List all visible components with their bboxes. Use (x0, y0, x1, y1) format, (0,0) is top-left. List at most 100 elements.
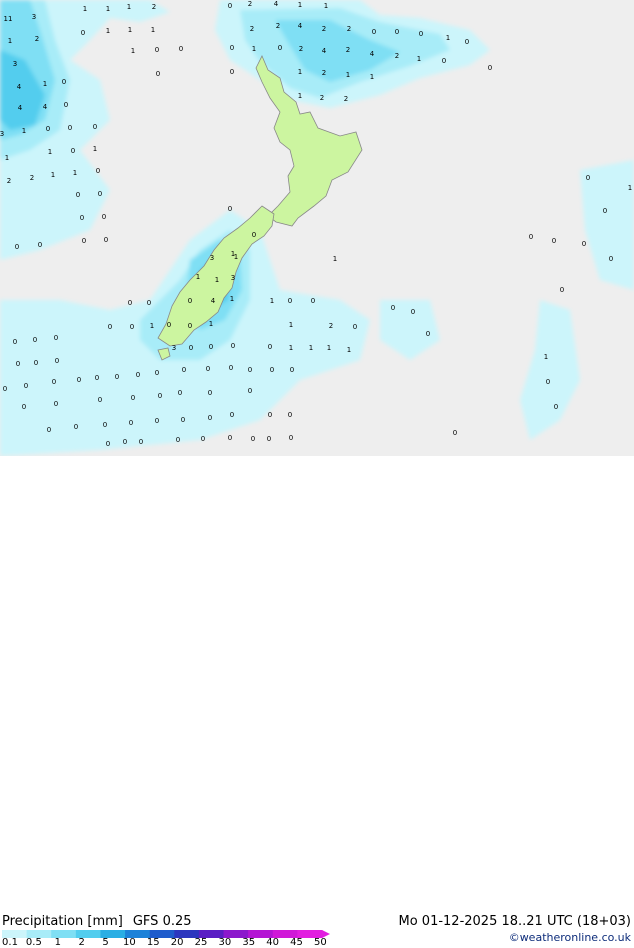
point-value-label: 0 (158, 392, 162, 400)
point-value-label: 0 (47, 426, 51, 434)
point-value-label: 1 (43, 80, 47, 88)
point-value-label: 1 (127, 3, 131, 11)
point-value-label: 0 (74, 423, 78, 431)
point-value-label: 0 (16, 360, 20, 368)
point-value-label: 2 (7, 177, 11, 185)
point-value-label: 0 (554, 403, 558, 411)
point-value-label: 11 (4, 15, 13, 23)
credit-link[interactable]: ©weatheronline.co.uk (509, 931, 631, 944)
point-value-label: 1 (370, 73, 374, 81)
point-value-label: 0 (288, 297, 292, 305)
point-value-label: 1 (22, 127, 26, 135)
point-value-label: 0 (93, 123, 97, 131)
point-value-label: 0 (201, 435, 205, 443)
point-value-label: 1 (628, 184, 632, 192)
point-value-label: 0 (231, 342, 235, 350)
point-value-label: 0 (104, 236, 108, 244)
legend-label: 40 (266, 937, 280, 948)
point-value-label: 2 (30, 174, 34, 182)
point-value-label: 1 (252, 45, 256, 53)
point-value-label: 0 (311, 297, 315, 305)
point-value-label: 0 (131, 394, 135, 402)
legend-label: 15 (146, 937, 160, 948)
legend-label: 0.1 (2, 937, 18, 948)
point-value-label: 0 (268, 411, 272, 419)
point-value-label: 0 (453, 429, 457, 437)
point-value-label: 2 (322, 69, 326, 77)
point-value-label: 0 (38, 241, 42, 249)
point-value-label: 2 (395, 52, 399, 60)
point-value-label: 0 (442, 57, 446, 65)
point-value-label: 0 (188, 297, 192, 305)
point-value-label: 0 (52, 378, 56, 386)
point-value-label: 2 (276, 22, 280, 30)
point-value-label: 0 (3, 385, 7, 393)
point-value-label: 0 (228, 205, 232, 213)
point-value-label: 1 (215, 276, 219, 284)
point-value-label: 1 (289, 321, 293, 329)
map-title: Precipitation [mm] GFS 0.25 (2, 914, 192, 929)
legend-label: 35 (242, 937, 256, 948)
point-value-label: 1 (446, 34, 450, 42)
point-value-label: 0 (15, 243, 19, 251)
legend-label: 10 (123, 937, 136, 948)
point-value-label: 1 (73, 169, 77, 177)
legend-labels: 0.1 0.5 1 2 5 10 15 20 25 30 35 40 45 50 (0, 937, 340, 948)
point-value-label: 0 (252, 231, 256, 239)
point-value-label: 0 (96, 167, 100, 175)
point-value-label: 0 (251, 435, 255, 443)
point-value-label: 1 (230, 295, 234, 303)
point-value-label: 0 (147, 299, 151, 307)
point-value-label: 4 (18, 104, 23, 112)
point-value-label: 2 (347, 25, 351, 33)
point-value-label: 0 (103, 421, 107, 429)
point-value-label: 1 (93, 145, 97, 153)
point-value-label: 0 (395, 28, 399, 36)
point-value-label: 0 (206, 365, 210, 373)
point-value-label: 2 (329, 322, 333, 330)
point-value-label: 3 (231, 274, 235, 282)
point-value-label: 4 (211, 297, 216, 305)
model-name: GFS 0.25 (132, 914, 192, 929)
point-value-label: 0 (82, 237, 86, 245)
legend-area: Precipitation [mm] GFS 0.25 Mo 01-12-2025… (0, 456, 634, 948)
point-value-label: 4 (43, 103, 48, 111)
point-value-label: 1 (324, 2, 328, 10)
point-value-label: 0 (603, 207, 607, 215)
point-value-label: 2 (320, 94, 324, 102)
point-value-label: 0 (55, 357, 59, 365)
point-value-label: 0 (155, 417, 159, 425)
legend-label: 25 (194, 937, 208, 948)
point-value-label: 1 (83, 5, 87, 13)
point-value-label: 0 (488, 64, 492, 72)
point-value-label: 0 (560, 286, 564, 294)
point-value-label: 1 (128, 26, 132, 34)
point-value-label: 3 (172, 344, 176, 352)
point-value-label: 1 (309, 344, 313, 352)
point-value-label: 0 (108, 323, 112, 331)
point-value-label: 2 (35, 35, 39, 43)
point-value-label: 1 (544, 353, 548, 361)
point-value-label: 1 (150, 322, 154, 330)
point-value-label: 0 (179, 45, 183, 53)
point-value-label: 0 (208, 414, 212, 422)
point-value-label: 1 (106, 5, 110, 13)
point-value-label: 0 (129, 419, 133, 427)
point-value-label: 4 (274, 0, 279, 8)
legend-label: 2 (78, 937, 85, 948)
point-value-label: 0 (167, 321, 171, 329)
point-value-label: 0 (71, 147, 75, 155)
point-value-label: 3 (32, 13, 36, 21)
point-value-label: 2 (346, 46, 350, 54)
precipitation-map: 11 31 1 1 2 0 2 4 1 11 20 1 1 1 2 2 4 2 2 0 0 0 1 01 0 0 0 1 0 2 4 2 4 2 1… (0, 0, 634, 456)
point-value-label: 0 (128, 299, 132, 307)
point-value-label: 0 (228, 2, 232, 10)
point-value-label: 1 (298, 1, 302, 9)
point-value-label: 0 (248, 366, 252, 374)
point-value-label: 1 (234, 253, 238, 261)
point-value-label: 0 (229, 364, 233, 372)
valid-time: Mo 01-12-2025 18..21 UTC (18+03) (398, 914, 632, 929)
point-value-label: 0 (289, 434, 293, 442)
point-value-label: 0 (288, 411, 292, 419)
point-value-label: 1 (298, 92, 302, 100)
